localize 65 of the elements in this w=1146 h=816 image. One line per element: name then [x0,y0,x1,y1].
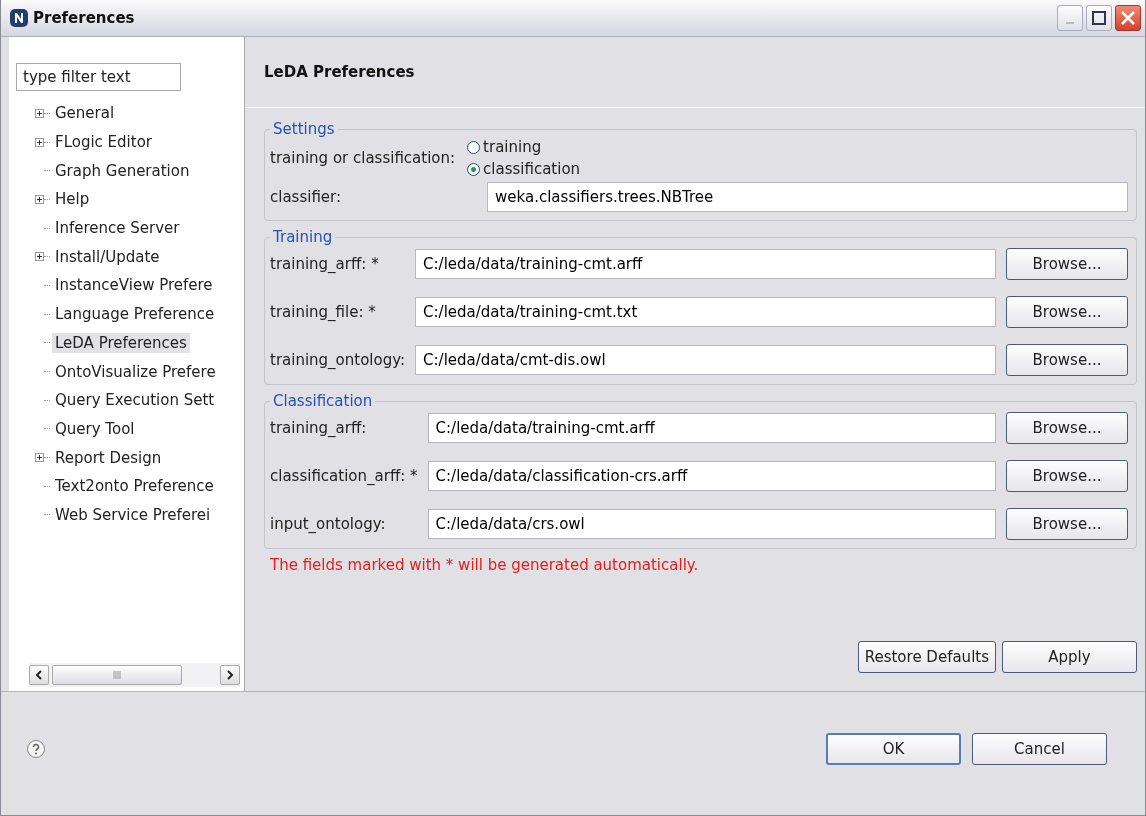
field-label: training_arff: [270,419,368,437]
help-icon[interactable] [26,738,46,759]
group-title: Training [272,228,334,246]
expand-icon[interactable] [35,137,44,147]
classifier-field[interactable]: weka.classifiers.trees.NBTree [487,182,1128,212]
path-field[interactable]: C:/leda/data/classification-crs.arff [427,461,996,491]
tree-item[interactable]: Inference Server [52,218,183,239]
dialog-button[interactable]: Cancel [972,732,1107,765]
field-label: classifier: [270,188,343,206]
path-field[interactable]: C:/leda/data/training-cmt.txt [415,297,996,327]
tree-item[interactable]: General [52,103,118,124]
scroll-left-icon[interactable] [29,665,49,685]
tree-item[interactable]: Graph Generation [52,160,193,181]
browse-button[interactable]: Browse... [1006,248,1128,280]
field-label: classification_arff: * [270,467,418,485]
group-title: Settings [272,120,336,138]
tree-item[interactable]: InstanceView Prefere [52,275,216,296]
expand-icon[interactable] [35,108,44,118]
field-label: training_ontology: [270,351,406,369]
dialog-button[interactable]: OK [826,732,961,765]
horizontal-scrollbar[interactable] [29,663,240,687]
browse-button[interactable]: Browse... [1006,412,1128,444]
radio-option[interactable]: training [467,138,1128,156]
tree-item[interactable]: Query Execution Sett [52,390,218,411]
page-button[interactable]: Restore Defaults [857,641,996,673]
path-field[interactable]: C:/leda/data/training-cmt.arff [427,413,996,443]
tree-item[interactable]: Text2onto Preference [52,476,217,497]
path-field[interactable]: C:/leda/data/crs.owl [427,509,996,539]
field-label: training_file: * [270,303,377,321]
browse-button[interactable]: Browse... [1006,508,1128,540]
maximize-icon [1092,11,1106,25]
tree-item[interactable]: Help [52,189,93,210]
page-title: LeDA Preferences [245,37,1145,108]
scroll-right-icon[interactable] [220,665,240,685]
note-text: The fields marked with * will be generated automatically. [270,556,700,574]
expand-icon[interactable] [35,252,44,262]
radio-option[interactable]: classification [467,160,1128,178]
tree-item[interactable]: FLogic Editor [52,132,155,153]
minimize-icon [1066,22,1074,24]
app-logo-icon [9,8,29,28]
field-label: training_arff: * [270,255,380,273]
tree-item[interactable]: Report Design [52,447,165,468]
window-title: Preferences [33,9,135,27]
maximize-button[interactable] [1086,5,1112,31]
field-label: input_ontology: [270,515,387,533]
scroll-thumb[interactable] [52,665,182,685]
tree-item[interactable]: OntoVisualize Prefere [52,361,219,382]
tree-item[interactable]: Web Service Preferei [52,504,214,525]
path-field[interactable]: C:/leda/data/training-cmt.arff [415,249,996,279]
group-title: Classification [272,392,374,410]
expand-icon[interactable] [35,194,44,204]
close-button[interactable] [1115,5,1141,31]
tree-item[interactable]: LeDA Preferences [52,332,190,353]
browse-button[interactable]: Browse... [1006,460,1128,492]
tree-item[interactable]: Query Tool [52,418,138,439]
field-label: training or classification: [270,149,456,167]
page-button[interactable]: Apply [1002,641,1137,673]
expand-icon[interactable] [35,453,44,463]
tree-item[interactable]: Install/Update [52,246,163,267]
path-field[interactable]: C:/leda/data/cmt-dis.owl [415,345,996,375]
browse-button[interactable]: Browse... [1006,344,1128,376]
filter-field[interactable]: type filter text [16,63,181,91]
tree-item[interactable]: Language Preference [52,304,218,325]
close-icon [1120,10,1136,26]
browse-button[interactable]: Browse... [1006,296,1128,328]
